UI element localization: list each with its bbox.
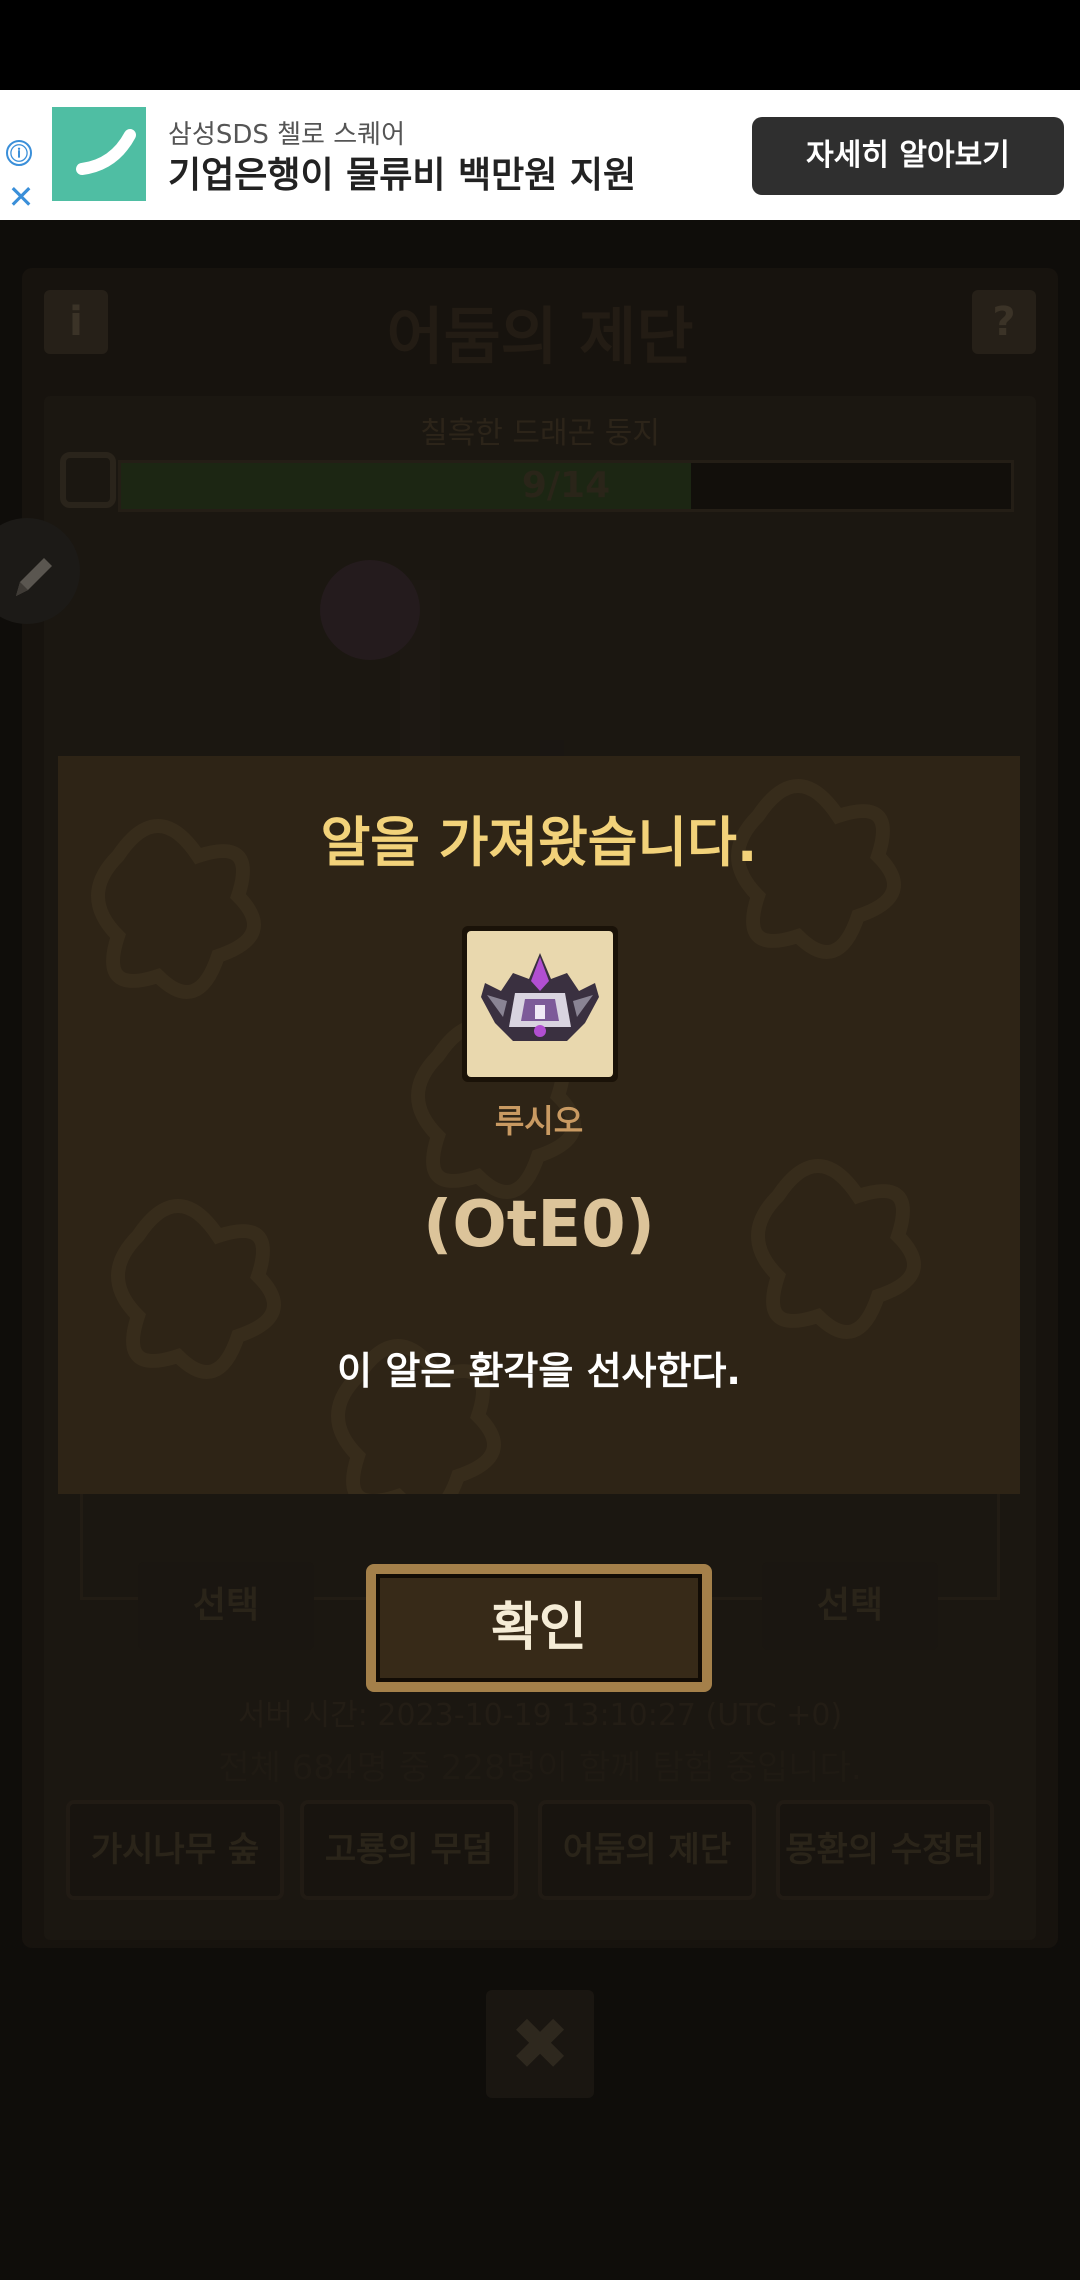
area-subtitle: 칠흑한 드래곤 둥지 xyxy=(420,416,660,451)
ad-headline[interactable]: 기업은행이 물류비 백만원 지원 xyxy=(168,146,636,198)
progress-text: 9/14 xyxy=(521,465,611,506)
close-icon[interactable]: ✕ xyxy=(6,181,36,213)
help-button[interactable]: ? xyxy=(972,290,1036,354)
pencil-icon[interactable] xyxy=(0,518,80,624)
participant-count: 전체 684명 중 228명이 함께 탐험 중입니다. xyxy=(218,1748,862,1788)
tab-dream-crystal[interactable]: 몽환의 수정터 xyxy=(776,1800,994,1900)
progress-bar: 9/14 xyxy=(118,460,1014,512)
server-time: 서버 시간: 2023-10-19 13:10:27 (UTC +0) xyxy=(237,1698,843,1733)
item-frame xyxy=(462,926,618,1082)
page-title: 어둠의 제단 xyxy=(386,300,694,373)
close-button[interactable]: ✖ xyxy=(486,1990,594,2098)
select-button-right[interactable]: 선택 xyxy=(762,1562,938,1650)
tab-dragon-tomb[interactable]: 고룡의 무덤 xyxy=(300,1800,518,1900)
ad-cta-button[interactable]: 자세히 알아보기 xyxy=(752,117,1064,195)
item-code: (OtE0) xyxy=(423,1188,655,1262)
gear-icon xyxy=(60,452,116,508)
select-button-left[interactable]: 선택 xyxy=(138,1562,314,1650)
modal-title: 알을 가져왔습니다. xyxy=(320,811,758,874)
item-name: 루시오 xyxy=(494,1102,584,1140)
confirm-button-label[interactable]: 확인 xyxy=(376,1574,702,1682)
tab-thorn-forest[interactable]: 가시나무 숲 xyxy=(66,1800,284,1900)
ad-logo xyxy=(52,107,146,201)
egg-result-modal: 알을 가져왔습니다. 루시오 (OtE0) 이 알은 환각을 선사한다. xyxy=(58,756,1020,1494)
status-bar xyxy=(0,0,1080,90)
item-description: 이 알은 환각을 선사한다. xyxy=(337,1349,741,1393)
confirm-button[interactable]: 확인 xyxy=(366,1564,712,1692)
ad-banner[interactable]: ⓘ ✕ 삼성SDS 첼로 스퀘어 기업은행이 물류비 백만원 지원 자세히 알아… xyxy=(0,90,1080,220)
egg-item-icon xyxy=(467,931,613,1077)
tab-dark-altar[interactable]: 어둠의 제단 xyxy=(538,1800,756,1900)
info-icon[interactable]: ⓘ xyxy=(6,140,32,166)
